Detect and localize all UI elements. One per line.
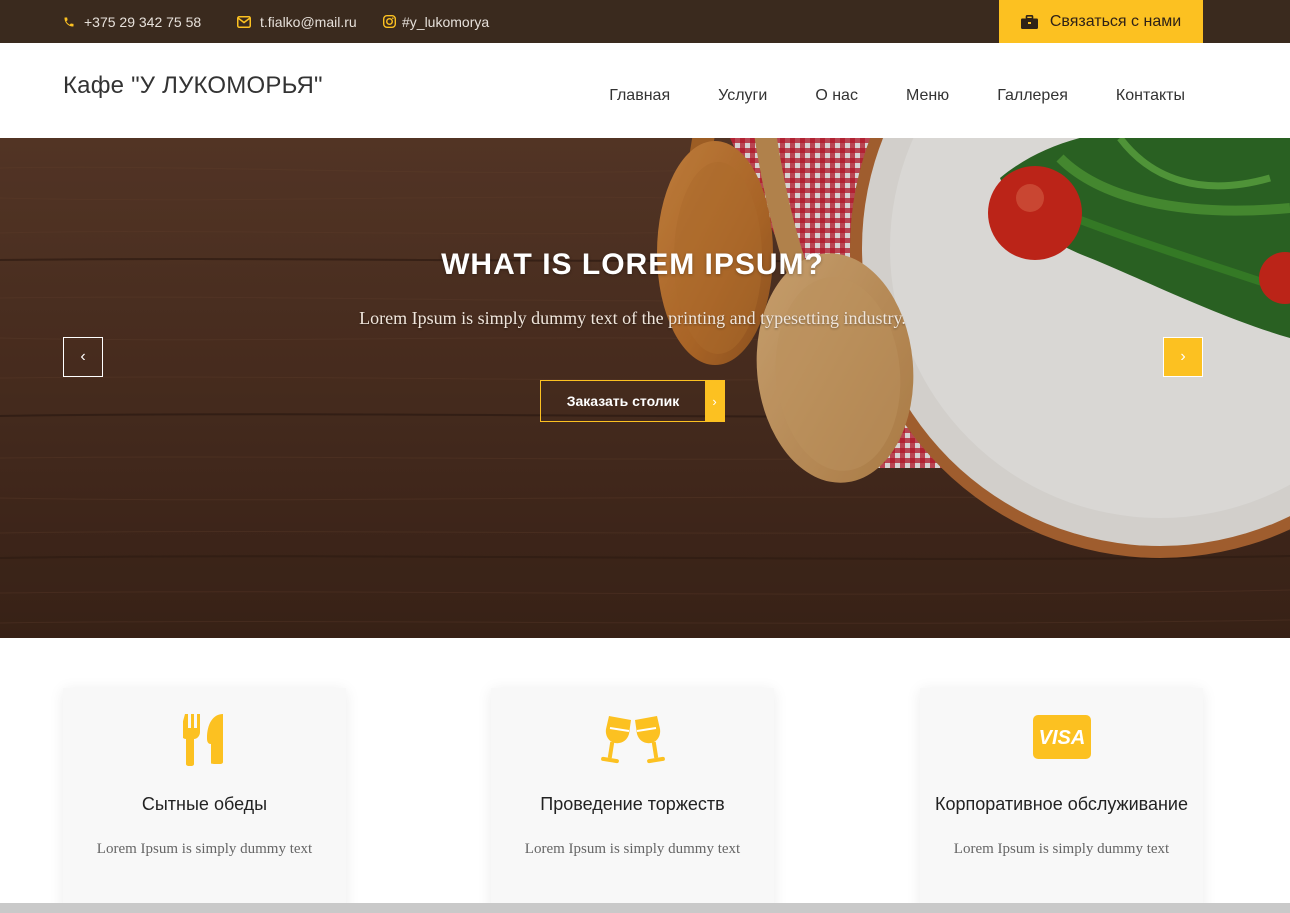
visa-card-icon: VISA — [920, 714, 1203, 760]
instagram-text: #y_lukomorya — [402, 13, 490, 30]
site-header: Кафе "У ЛУКОМОРЬЯ" Главная Услуги О нас … — [0, 43, 1290, 138]
chevron-right-icon: › — [705, 381, 724, 421]
phone-info[interactable]: +375 29 342 75 58 — [63, 0, 201, 43]
horizontal-scrollbar[interactable] — [0, 903, 1290, 913]
hero-subtitle: Lorem Ipsum is simply dummy text of the … — [359, 308, 906, 328]
feature-card-text: Lorem Ipsum is simply dummy text — [953, 841, 1170, 857]
briefcase-icon — [1020, 14, 1038, 29]
phone-icon — [64, 17, 74, 26]
email-info[interactable]: t.fialko@mail.ru — [237, 0, 357, 43]
feature-card-title: Проведение торжеств — [540, 794, 725, 814]
feature-card-lunches[interactable]: Сытные обеды Lorem Ipsum is simply dummy… — [63, 688, 346, 913]
feature-card-text: Lorem Ipsum is simply dummy text — [524, 841, 741, 857]
hero-title: WHAT IS LOREM IPSUM? — [441, 248, 824, 281]
slider-prev-button[interactable]: ‹ — [63, 337, 103, 377]
glasses-cheers-icon — [491, 714, 774, 766]
phone-text: +375 29 342 75 58 — [84, 13, 202, 30]
nav-item-gallery[interactable]: Галлерея — [997, 87, 1068, 105]
chevron-left-icon: ‹ — [80, 348, 86, 365]
main-nav: Главная Услуги О нас Меню Галлерея Конта… — [561, 87, 1185, 105]
book-table-button[interactable]: Заказать столик › — [540, 380, 725, 422]
visa-card-icon-label: VISA — [1038, 727, 1085, 749]
nav-item-home[interactable]: Главная — [609, 87, 670, 105]
feature-card-celebrations[interactable]: Проведение торжеств Lorem Ipsum is simpl… — [491, 688, 774, 913]
feature-card-corporate[interactable]: VISA Корпоративное обслуживание Lorem Ip… — [920, 688, 1203, 913]
top-bar: +375 29 342 75 58 t.fialko@mail.ru #y_lu… — [0, 0, 1290, 43]
envelope-icon — [237, 15, 251, 28]
nav-item-contacts[interactable]: Контакты — [1116, 87, 1185, 105]
slider-next-button[interactable]: › — [1163, 337, 1203, 377]
instagram-icon — [383, 15, 396, 28]
nav-item-services[interactable]: Услуги — [718, 87, 767, 105]
contact-us-label: Связаться с нами — [1049, 12, 1182, 30]
feature-card-title: Сытные обеды — [141, 794, 268, 814]
site-logo[interactable]: Кафе "У ЛУКОМОРЬЯ" — [63, 72, 323, 100]
email-text: t.fialko@mail.ru — [260, 13, 357, 30]
feature-card-text: Lorem Ipsum is simply dummy text — [96, 841, 313, 857]
fork-knife-icon — [63, 714, 346, 766]
nav-item-menu[interactable]: Меню — [906, 87, 949, 105]
chevron-right-icon: › — [1180, 348, 1186, 365]
feature-card-title: Корпоративное обслуживание — [934, 794, 1188, 814]
instagram-info[interactable]: #y_lukomorya — [383, 0, 489, 43]
book-table-label: Заказать столик — [566, 393, 680, 409]
nav-item-about[interactable]: О нас — [815, 87, 858, 105]
contact-us-button[interactable]: Связаться с нами — [999, 0, 1203, 43]
hero-slider: WHAT IS LOREM IPSUM? Lorem Ipsum is simp… — [0, 138, 1290, 638]
